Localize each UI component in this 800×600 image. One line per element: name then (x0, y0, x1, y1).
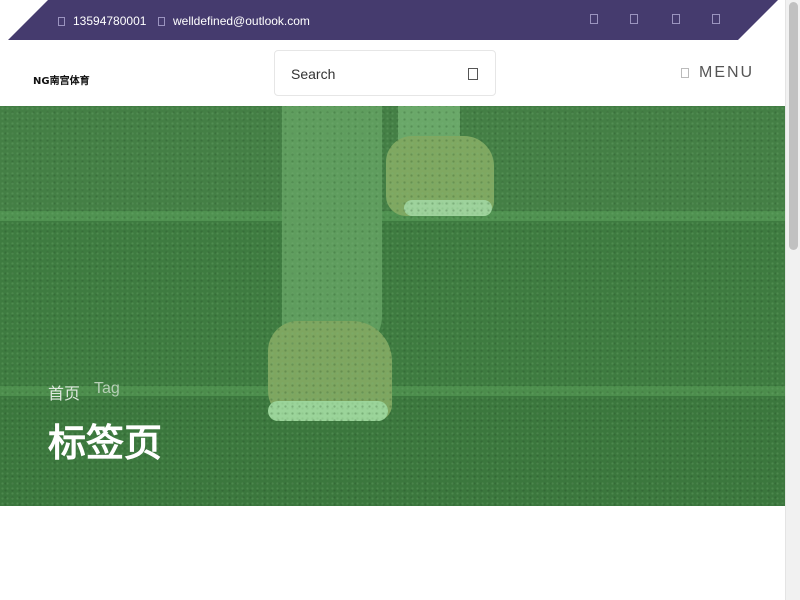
site-logo[interactable]: NG南宫体育 (33, 72, 90, 87)
email-icon (158, 16, 165, 26)
page-title: 标签页 (48, 421, 163, 465)
social-icon-1[interactable] (590, 14, 598, 24)
menu-icon (681, 68, 689, 78)
email-contact[interactable]: welldefined@outlook.com (158, 14, 310, 28)
breadcrumb-home[interactable]: 首页 (48, 380, 80, 404)
social-icon-2[interactable] (630, 14, 638, 24)
breadcrumb: 首页 Tag (48, 380, 120, 404)
breadcrumb-current: Tag (94, 380, 120, 397)
menu-button[interactable]: MENU (681, 64, 754, 82)
phone-icon (58, 16, 65, 26)
social-icon-3[interactable] (672, 14, 680, 24)
search-box (274, 50, 496, 96)
phone-number: 13594780001 (73, 14, 147, 28)
search-icon[interactable] (468, 68, 478, 80)
phone-contact[interactable]: 13594780001 (58, 14, 146, 28)
site-header: NG南宫体育 MENU (0, 40, 785, 106)
top-info-bar: 13594780001 welldefined@outlook.com (8, 0, 778, 40)
scrollbar-thumb[interactable] (789, 2, 798, 250)
search-input[interactable] (291, 64, 451, 84)
page-scrollbar[interactable] (785, 0, 800, 600)
menu-label: MENU (699, 64, 755, 81)
hero-banner: 首页 Tag 标签页 (0, 106, 785, 506)
social-icon-4[interactable] (712, 14, 720, 24)
email-address: welldefined@outlook.com (173, 14, 310, 28)
